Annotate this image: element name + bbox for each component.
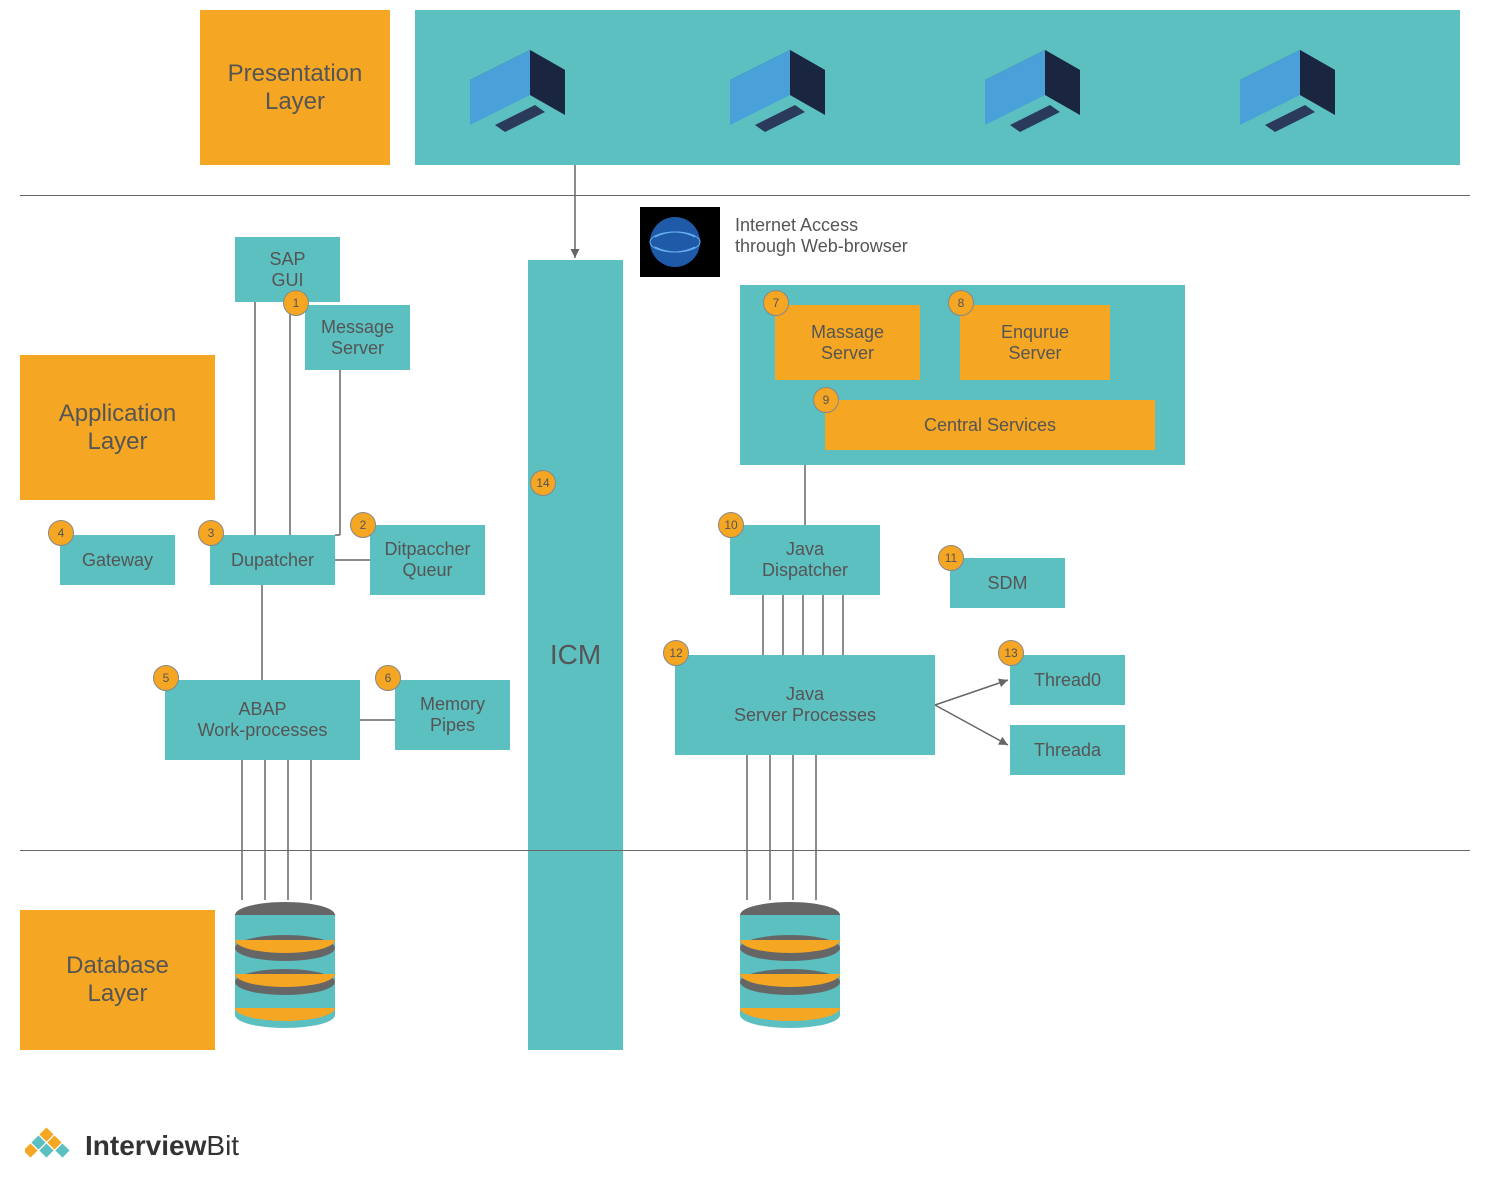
badge-10: 10 xyxy=(718,512,744,538)
badge-11: 11 xyxy=(938,545,964,571)
badge-5: 5 xyxy=(153,665,179,691)
badge-6: 6 xyxy=(375,665,401,691)
badge-7: 7 xyxy=(763,290,789,316)
badge-14: 14 xyxy=(530,470,556,496)
badge-3: 3 xyxy=(198,520,224,546)
badge-4: 4 xyxy=(48,520,74,546)
badge-9: 9 xyxy=(813,387,839,413)
badge-12: 12 xyxy=(663,640,689,666)
badge-2: 2 xyxy=(350,512,376,538)
badge-1: 1 xyxy=(283,290,309,316)
badge-8: 8 xyxy=(948,290,974,316)
connector-lines xyxy=(0,0,1493,1198)
badge-13: 13 xyxy=(998,640,1024,666)
